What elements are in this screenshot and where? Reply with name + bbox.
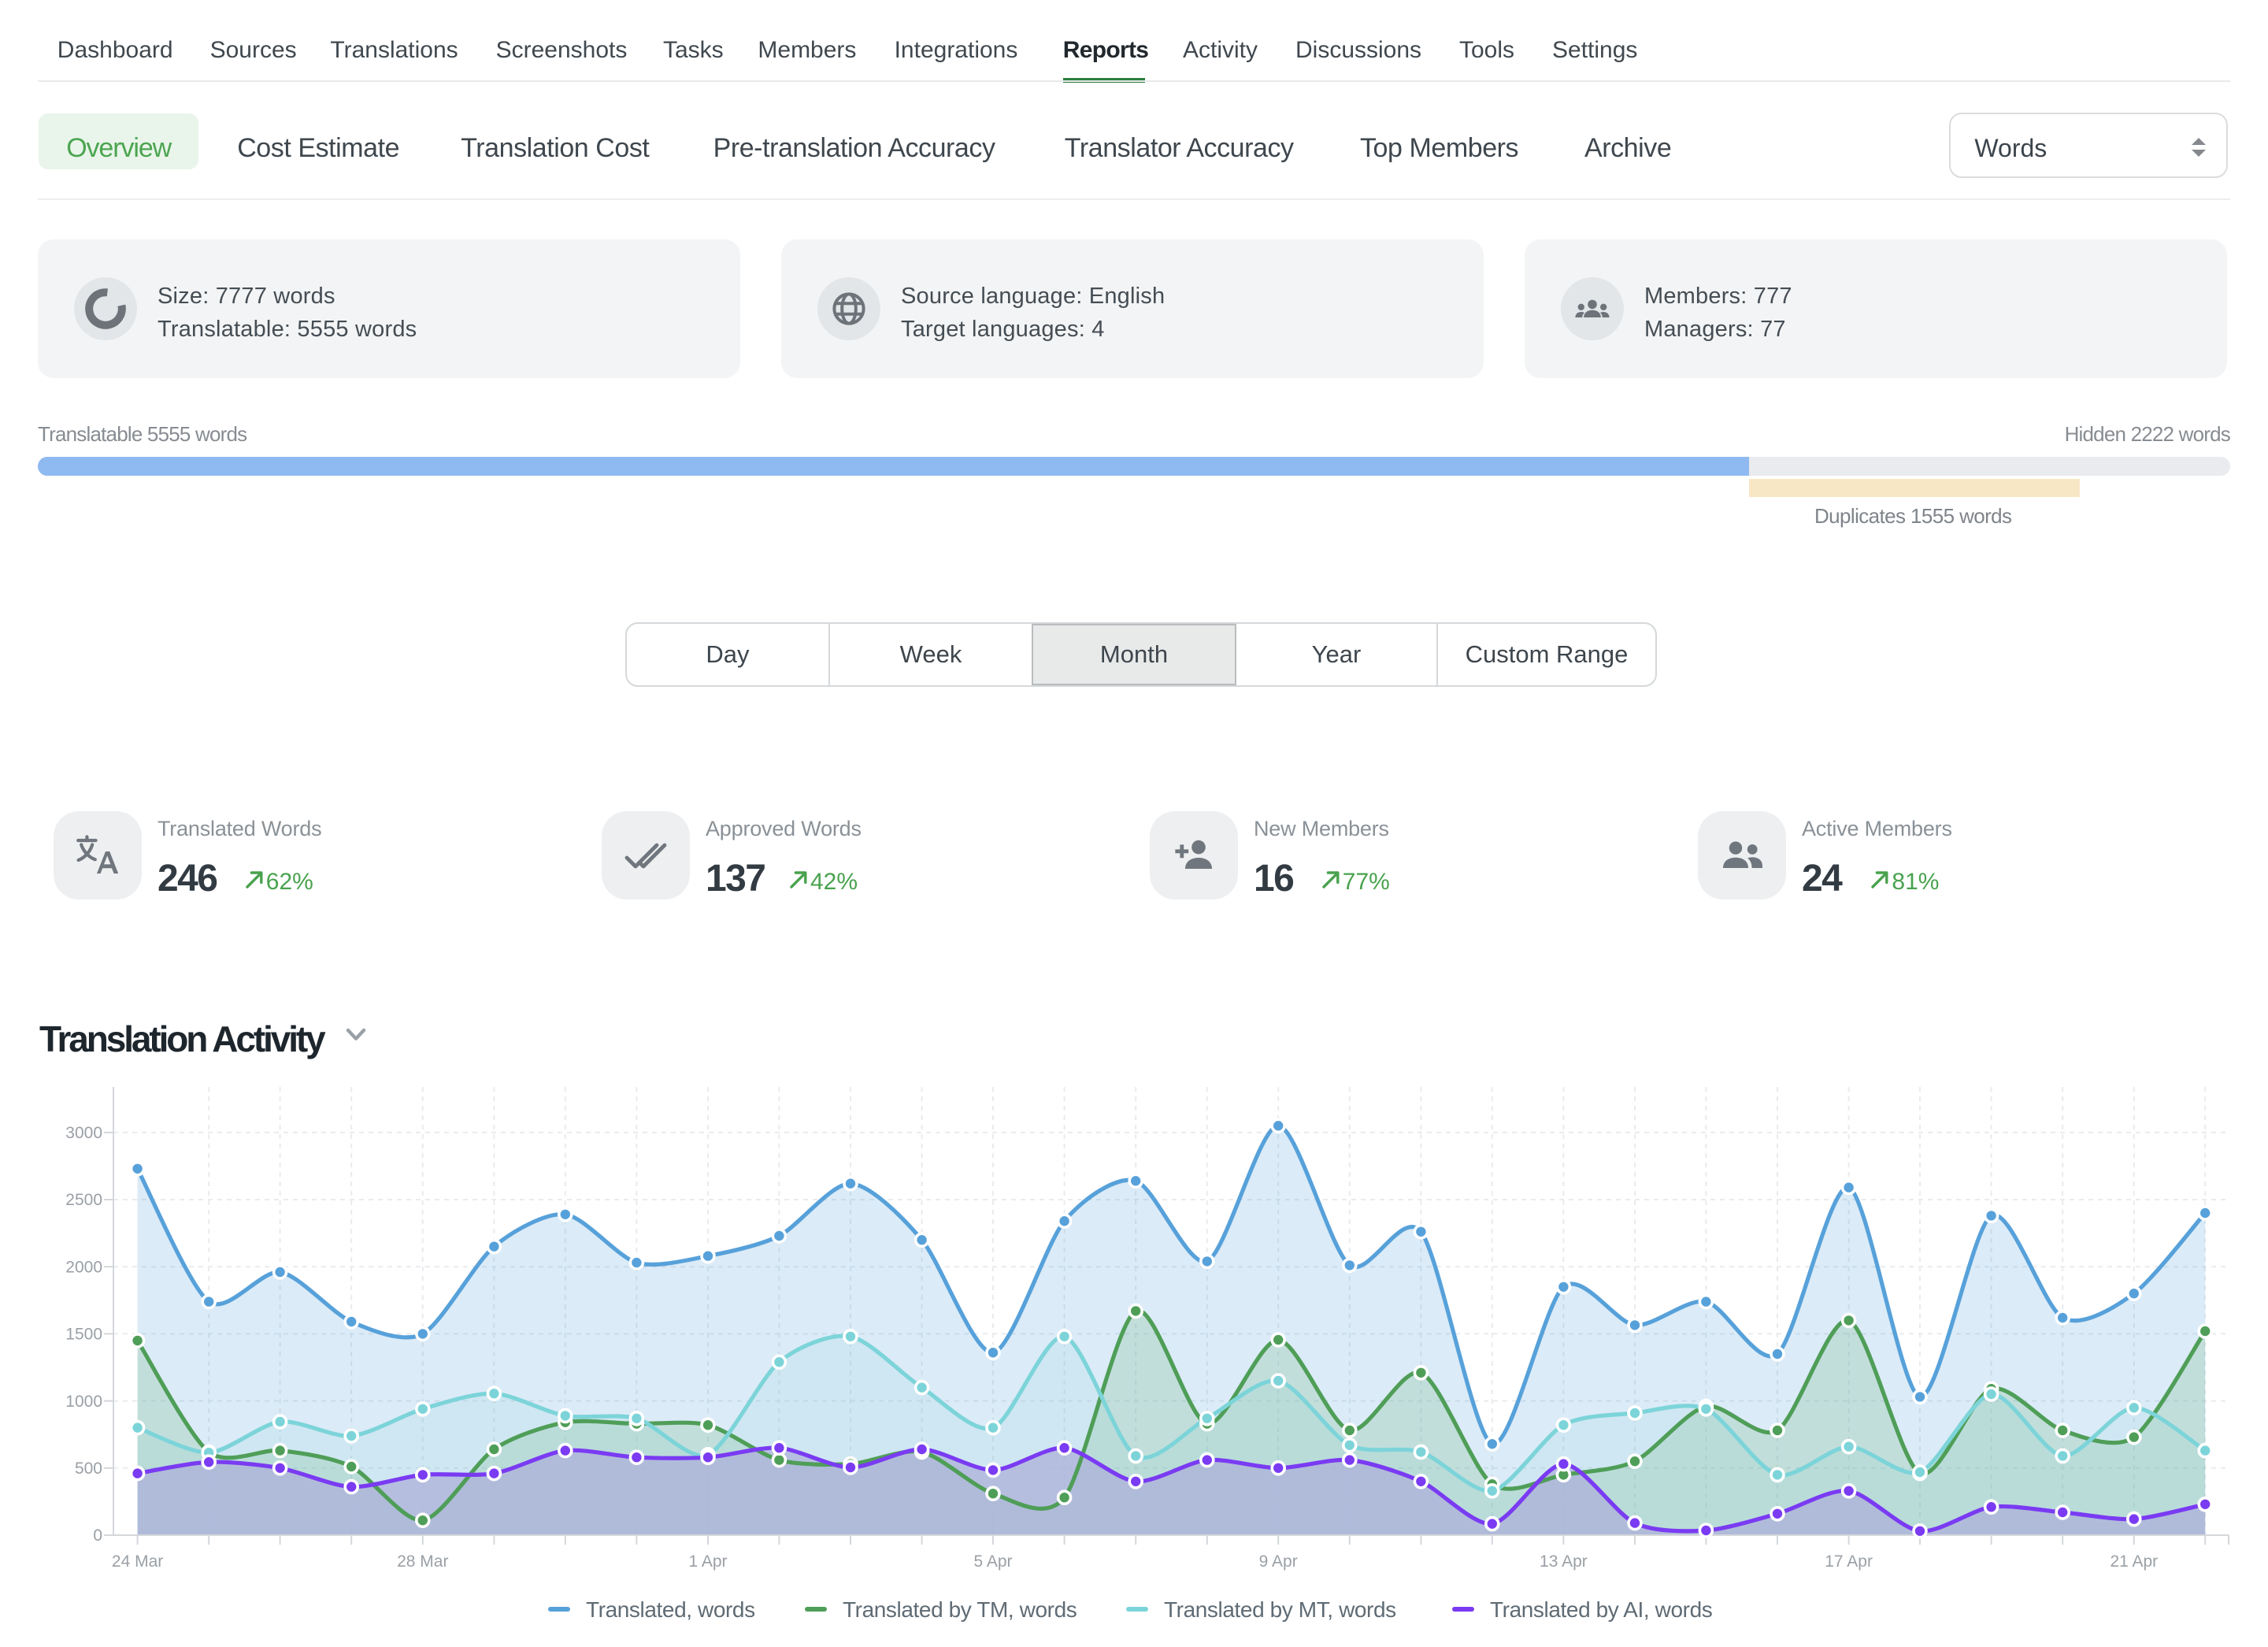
svg-text:3000: 3000 <box>65 1124 102 1142</box>
svg-text:1 Apr: 1 Apr <box>688 1552 727 1571</box>
svg-text:2000: 2000 <box>65 1258 102 1276</box>
svg-text:21 Apr: 21 Apr <box>2110 1552 2158 1571</box>
svg-text:17 Apr: 17 Apr <box>1825 1552 1873 1571</box>
svg-text:5 Apr: 5 Apr <box>973 1552 1012 1571</box>
svg-text:500: 500 <box>75 1460 102 1478</box>
svg-text:Translated by MT, words: Translated by MT, words <box>1164 1597 1396 1622</box>
svg-text:13 Apr: 13 Apr <box>1540 1552 1588 1571</box>
svg-text:Translated by TM, words: Translated by TM, words <box>843 1597 1077 1622</box>
svg-text:28 Mar: 28 Mar <box>397 1552 448 1571</box>
svg-text:9 Apr: 9 Apr <box>1259 1552 1298 1571</box>
svg-text:Translated by AI, words: Translated by AI, words <box>1490 1597 1712 1622</box>
svg-text:0: 0 <box>93 1526 102 1545</box>
svg-text:24 Mar: 24 Mar <box>112 1552 163 1571</box>
svg-text:Translated, words: Translated, words <box>586 1597 755 1622</box>
svg-text:1500: 1500 <box>65 1326 102 1344</box>
svg-text:1000: 1000 <box>65 1393 102 1411</box>
svg-text:2500: 2500 <box>65 1191 102 1209</box>
